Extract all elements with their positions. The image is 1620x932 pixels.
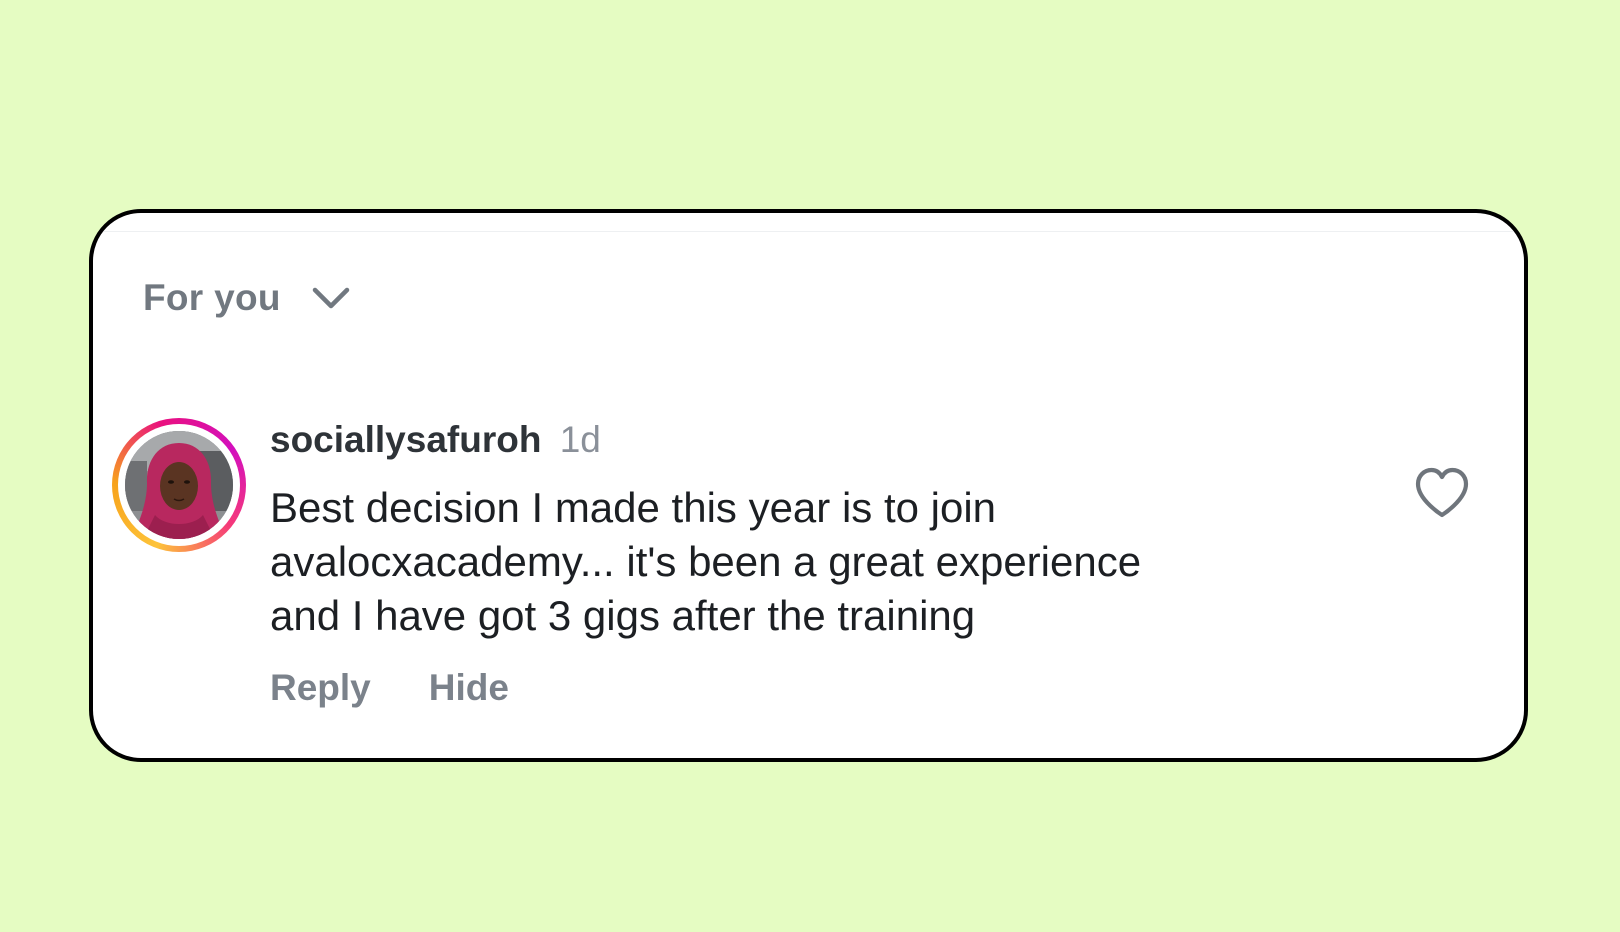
comment-body: sociallysafuroh 1d Best decision I made … bbox=[270, 419, 1330, 709]
reply-button[interactable]: Reply bbox=[270, 667, 371, 709]
avatar-story-ring[interactable] bbox=[112, 418, 246, 552]
sort-dropdown-label: For you bbox=[143, 277, 281, 318]
avatar bbox=[125, 431, 233, 539]
comment-text: Best decision I made this year is to joi… bbox=[270, 481, 1330, 643]
heart-outline-icon bbox=[1415, 467, 1469, 518]
avatar-ring-gap bbox=[118, 424, 240, 546]
top-divider bbox=[93, 231, 1524, 232]
avatar-photo bbox=[125, 431, 233, 539]
like-button[interactable] bbox=[1413, 466, 1471, 520]
sort-dropdown[interactable]: For you bbox=[143, 277, 351, 319]
comment-text-line: and I have got 3 gigs after the training bbox=[270, 592, 976, 639]
comment-header: sociallysafuroh 1d bbox=[270, 419, 1330, 461]
comment-timestamp: 1d bbox=[559, 419, 601, 460]
hide-button[interactable]: Hide bbox=[429, 667, 509, 709]
chevron-down-icon bbox=[311, 285, 351, 311]
comment-text-line: avalocxacademy... it's been a great expe… bbox=[270, 538, 1142, 585]
comment-actions: Reply Hide bbox=[270, 667, 1330, 709]
comment-text-line: Best decision I made this year is to joi… bbox=[270, 484, 997, 531]
username-link[interactable]: sociallysafuroh bbox=[270, 419, 541, 460]
comment-card: For you sociallysafuroh 1d Best decision… bbox=[89, 209, 1528, 762]
